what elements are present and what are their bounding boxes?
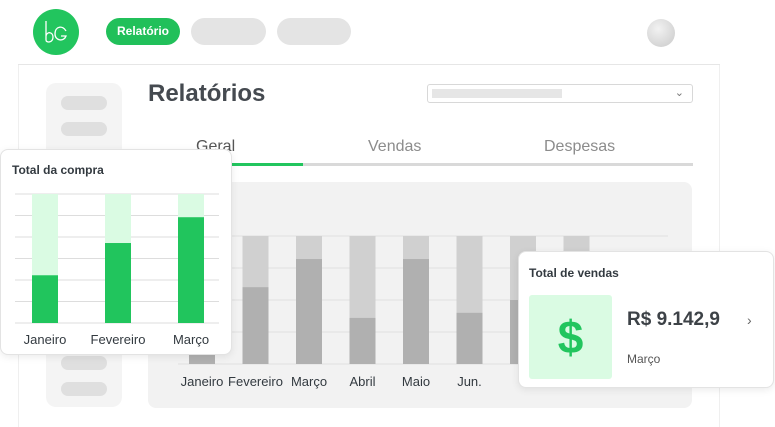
bar-value	[296, 259, 322, 364]
card-title: Total de vendas	[529, 266, 619, 280]
dollar-sign-icon: $	[529, 295, 612, 379]
bg-logo-icon[interactable]	[33, 9, 79, 55]
sidebar-item[interactable]	[61, 96, 107, 110]
bar-value	[178, 217, 204, 323]
x-tick-label: Fevereiro	[228, 374, 283, 389]
page-title: Relatórios	[148, 80, 266, 107]
sales-amount: R$ 9.142,9	[627, 309, 720, 330]
compra-bar-chart: Janeiro Fevereiro Março	[15, 193, 219, 347]
x-tick-label: Março	[291, 374, 327, 389]
bar-value	[456, 312, 483, 364]
select-value-placeholder	[432, 89, 562, 98]
tab-vendas[interactable]: Vendas	[368, 138, 421, 156]
relatorio-nav-button[interactable]: Relatório	[106, 18, 180, 45]
active-tab-indicator	[223, 163, 303, 166]
nav-button-placeholder[interactable]	[277, 18, 351, 45]
avatar[interactable]	[647, 19, 675, 47]
bar-value	[105, 243, 131, 323]
tab-despesas[interactable]: Despesas	[544, 138, 615, 156]
chevron-right-icon[interactable]: ›	[747, 312, 752, 328]
bar-value	[403, 259, 429, 364]
x-tick-label: Janeiro	[181, 374, 224, 389]
sidebar-item[interactable]	[61, 356, 107, 370]
x-tick-label: Fevereiro	[91, 332, 146, 347]
sidebar-item[interactable]	[61, 122, 107, 136]
bar-value	[32, 275, 58, 323]
chevron-down-icon: ⌄	[674, 87, 684, 99]
bar-value	[349, 317, 376, 364]
x-tick-label: Janeiro	[24, 332, 67, 347]
x-tick-label: Março	[173, 332, 209, 347]
bar-value	[242, 287, 269, 364]
total-compra-card[interactable]: Total da compra Janeiro Fevereiro Março	[0, 149, 232, 355]
sales-month: Março	[627, 352, 661, 366]
period-select[interactable]: ⌄	[427, 84, 693, 103]
total-vendas-card[interactable]: Total de vendas $ R$ 9.142,9 Março ›	[518, 251, 774, 388]
x-tick-label: Abril	[349, 374, 375, 389]
x-tick-label: Maio	[402, 374, 430, 389]
nav-button-placeholder[interactable]	[191, 18, 266, 45]
sidebar-item[interactable]	[61, 382, 107, 396]
x-tick-label: Jun.	[457, 374, 482, 389]
bg-monogram-icon	[45, 21, 67, 43]
